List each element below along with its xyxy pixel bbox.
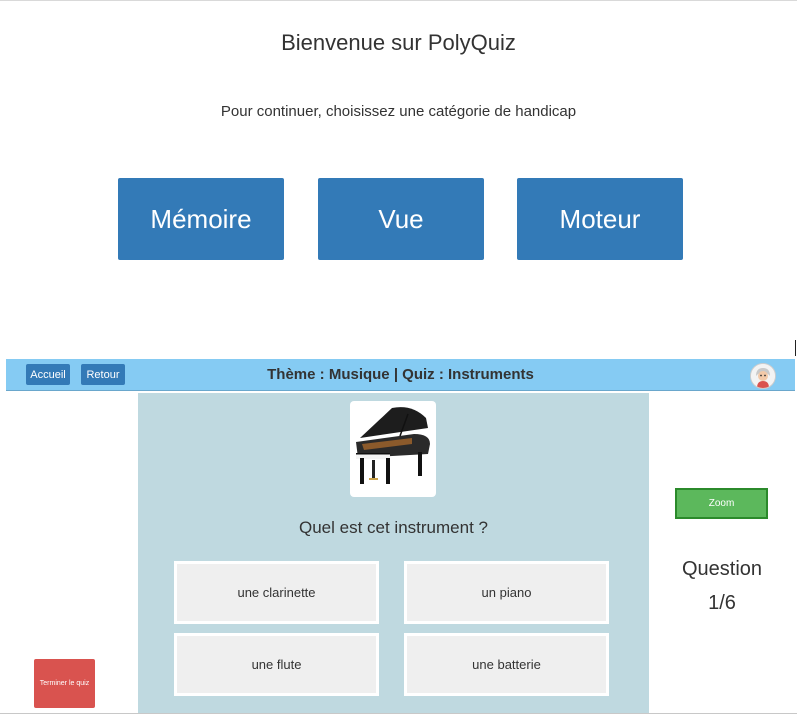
question-panel: Quel est cet instrument ? une clarinette… bbox=[138, 393, 649, 713]
welcome-title: Bienvenue sur PolyQuiz bbox=[281, 30, 516, 55]
category-memoire-button[interactable]: Mémoire bbox=[118, 178, 284, 260]
grand-piano-image bbox=[350, 401, 436, 497]
category-moteur-button[interactable]: Moteur bbox=[517, 178, 683, 260]
zoom-button[interactable]: Zoom bbox=[675, 488, 768, 519]
bottom-divider bbox=[0, 713, 797, 714]
question-counter: 1/6 bbox=[708, 592, 736, 614]
question-text: Quel est cet instrument ? bbox=[299, 518, 488, 537]
text-cursor bbox=[795, 340, 796, 356]
question-label: Question bbox=[681, 558, 763, 580]
answer-option[interactable]: une flute bbox=[174, 633, 379, 696]
top-divider bbox=[0, 0, 797, 1]
home-button[interactable]: Accueil bbox=[26, 364, 70, 385]
category-vue-button[interactable]: Vue bbox=[318, 178, 484, 260]
answer-option[interactable]: une clarinette bbox=[174, 561, 379, 624]
category-instructions: Pour continuer, choisissez une catégorie… bbox=[220, 103, 577, 120]
answer-option[interactable]: un piano bbox=[404, 561, 609, 624]
quiz-header-bar: Thème : Musique | Quiz : Instruments Acc… bbox=[6, 359, 795, 391]
end-quiz-button[interactable]: Terminer le quiz bbox=[34, 659, 95, 708]
back-button[interactable]: Retour bbox=[81, 364, 125, 385]
user-avatar-icon[interactable] bbox=[750, 363, 776, 389]
answer-option[interactable]: une batterie bbox=[404, 633, 609, 696]
